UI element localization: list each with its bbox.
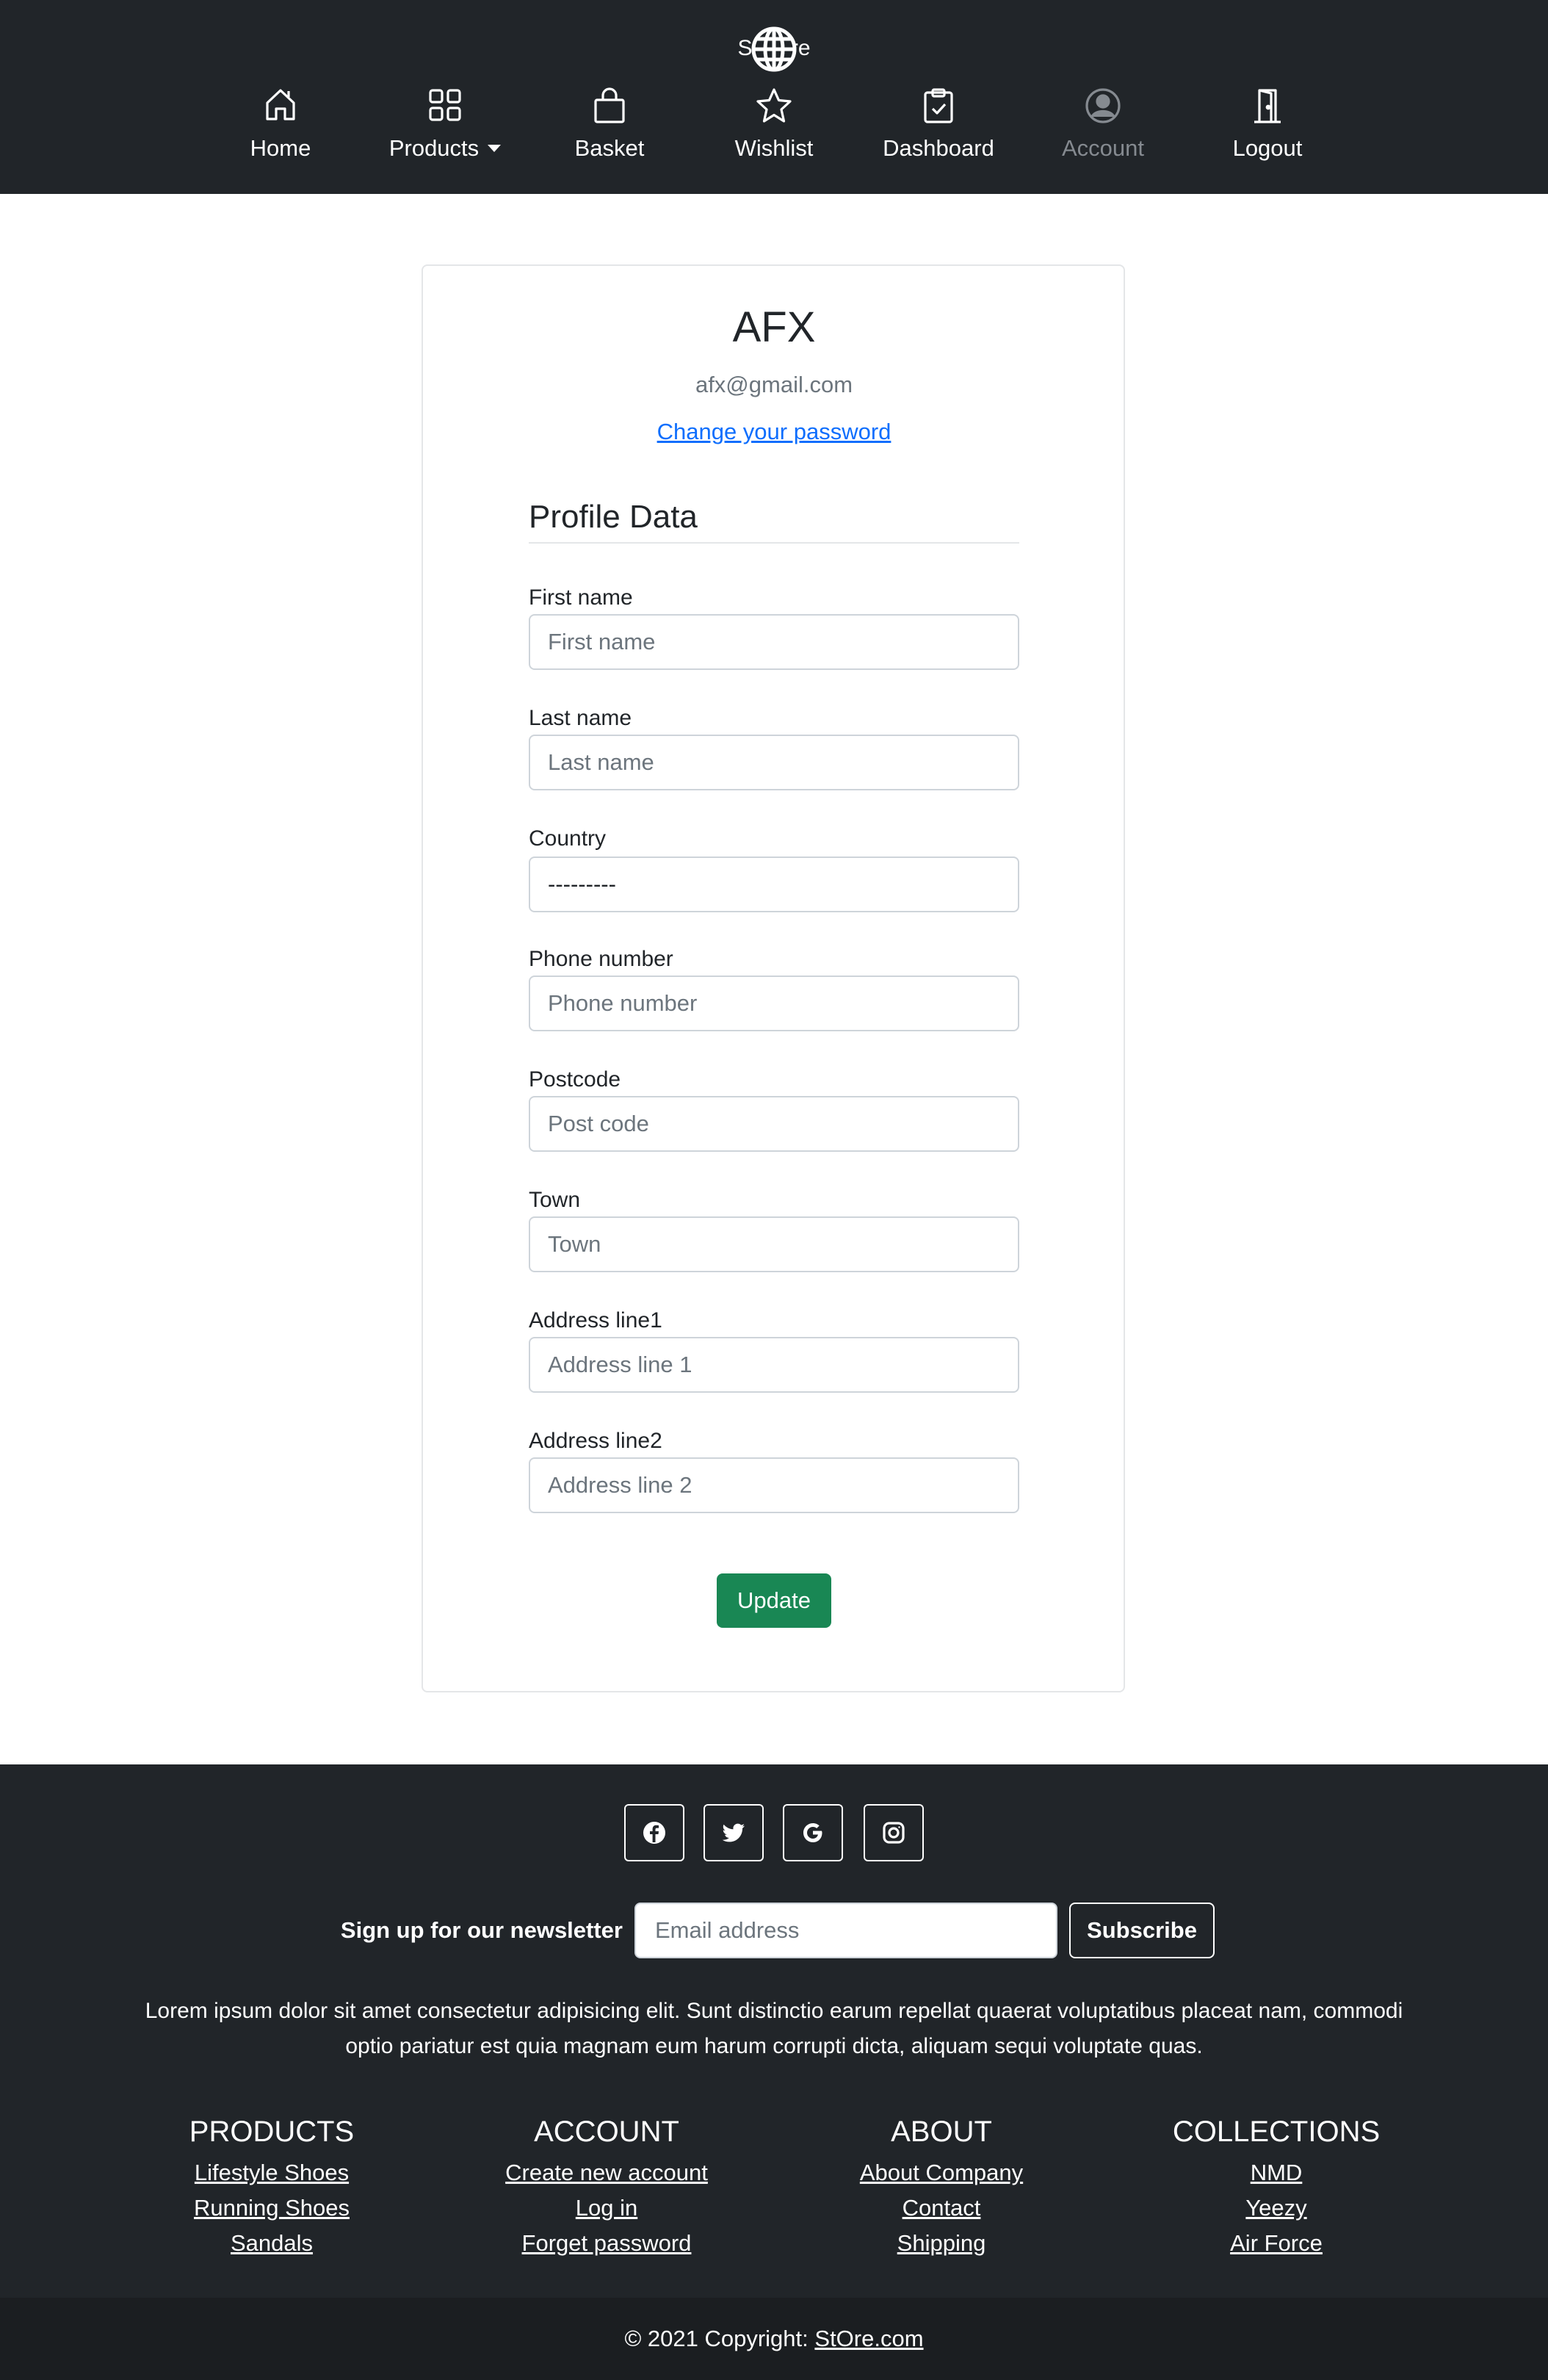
country-select-value: --------- (548, 871, 616, 897)
nav-logout[interactable]: Logout (1194, 87, 1341, 163)
town-input[interactable] (529, 1216, 1019, 1272)
profile-email: afx@gmail.com (695, 372, 853, 397)
door-icon (1254, 89, 1281, 123)
section-title: Profile Data (529, 499, 698, 535)
nav-dashboard[interactable]: Dashboard (865, 87, 1012, 163)
last-name-input[interactable] (529, 735, 1019, 790)
footer-column-title: PRODUCTS (189, 2116, 355, 2148)
site-footer: Sign up for our newsletter Subscribe Lor… (0, 1764, 1548, 2380)
country-label: Country (529, 826, 607, 851)
footer-column-collections: COLLECTIONS NMD Yeezy Air Force (1115, 2108, 1438, 2261)
nav-wishlist[interactable]: Wishlist (701, 87, 847, 163)
nav-products[interactable]: Products (372, 87, 518, 163)
footer-column-about: ABOUT About Company Contact Shipping (780, 2108, 1103, 2261)
town-label: Town (529, 1188, 581, 1212)
first-name-input[interactable] (529, 614, 1019, 670)
copyright-bar: © 2021 Copyright: StOre.com (0, 2298, 1548, 2380)
facebook-button[interactable] (624, 1804, 684, 1861)
nav-dashboard-label: Dashboard (883, 135, 994, 161)
google-icon (803, 1823, 822, 1842)
address-line2-input[interactable] (529, 1457, 1019, 1513)
footer-link-forget-password[interactable]: Forget password (445, 2226, 768, 2261)
copyright-text: © 2021 Copyright: (624, 2326, 809, 2351)
twitter-button[interactable] (704, 1804, 764, 1861)
profile-name: AFX (732, 303, 816, 351)
person-circle-icon (1085, 88, 1121, 123)
change-password-link[interactable]: Change your password (657, 419, 891, 444)
clipboard-check-icon (924, 88, 953, 123)
footer-column-title: COLLECTIONS (1172, 2116, 1381, 2148)
update-button[interactable]: Update (717, 1573, 831, 1628)
footer-link-shipping[interactable]: Shipping (780, 2226, 1103, 2261)
nav-account: Account (1030, 87, 1176, 163)
footer-link-contact[interactable]: Contact (780, 2190, 1103, 2226)
footer-column-account: ACCOUNT Create new account Log in Forget… (445, 2108, 768, 2261)
nav-wishlist-label: Wishlist (734, 135, 814, 161)
first-name-label: First name (529, 585, 633, 610)
top-navbar: St re Home Products Basket Wishlist Dash… (0, 0, 1548, 194)
phone-number-label: Phone number (529, 947, 673, 971)
nav-menu: Home Products Basket Wishlist Dashboard … (0, 87, 1548, 175)
footer-column-title: ABOUT (891, 2116, 992, 2148)
address-line2-label: Address line2 (529, 1429, 662, 1453)
footer-column-title: ACCOUNT (534, 2116, 679, 2148)
footer-link-yeezy[interactable]: Yeezy (1115, 2190, 1438, 2226)
footer-column-products: PRODUCTS Lifestyle Shoes Running Shoes S… (110, 2108, 433, 2261)
brand-logo[interactable]: St re (0, 21, 1548, 76)
footer-link-about-company[interactable]: About Company (780, 2155, 1103, 2190)
footer-about-text: Lorem ipsum dolor sit amet consectetur a… (145, 1999, 1403, 2058)
postcode-input[interactable] (529, 1096, 1019, 1152)
grid-icon (429, 89, 461, 121)
address-line1-input[interactable] (529, 1337, 1019, 1393)
footer-link-sandals[interactable]: Sandals (110, 2226, 433, 2261)
copyright-link[interactable]: StOre.com (814, 2326, 923, 2351)
postcode-label: Postcode (529, 1067, 621, 1092)
newsletter-email-input[interactable] (634, 1903, 1057, 1958)
nav-products-label: Products (388, 135, 480, 161)
phone-number-input[interactable] (529, 976, 1019, 1031)
footer-link-create-account[interactable]: Create new account (445, 2155, 768, 2190)
instagram-icon (883, 1822, 905, 1844)
chevron-down-icon (488, 144, 502, 152)
footer-link-log-in[interactable]: Log in (445, 2190, 768, 2226)
subscribe-button[interactable]: Subscribe (1069, 1903, 1215, 1958)
address-line1-label: Address line1 (529, 1308, 662, 1333)
star-icon (756, 88, 792, 123)
section-divider (529, 542, 1019, 544)
twitter-icon (722, 1823, 745, 1842)
nav-home-label: Home (250, 135, 311, 161)
country-select[interactable]: --------- (529, 857, 1019, 912)
facebook-icon (643, 1822, 665, 1844)
house-icon (266, 89, 295, 120)
newsletter-label: Sign up for our newsletter (340, 1917, 623, 1943)
nav-account-label: Account (1061, 135, 1144, 161)
globe-icon (751, 26, 797, 72)
nav-basket[interactable]: Basket (536, 87, 683, 163)
bag-icon (594, 87, 625, 123)
last-name-label: Last name (529, 706, 632, 730)
google-button[interactable] (783, 1804, 843, 1861)
footer-link-running-shoes[interactable]: Running Shoes (110, 2190, 433, 2226)
instagram-button[interactable] (864, 1804, 924, 1861)
footer-link-lifestyle-shoes[interactable]: Lifestyle Shoes (110, 2155, 433, 2190)
nav-logout-label: Logout (1232, 135, 1303, 161)
footer-link-air-force[interactable]: Air Force (1115, 2226, 1438, 2261)
footer-link-nmd[interactable]: NMD (1115, 2155, 1438, 2190)
nav-basket-label: Basket (574, 135, 645, 161)
nav-home[interactable]: Home (207, 87, 354, 163)
